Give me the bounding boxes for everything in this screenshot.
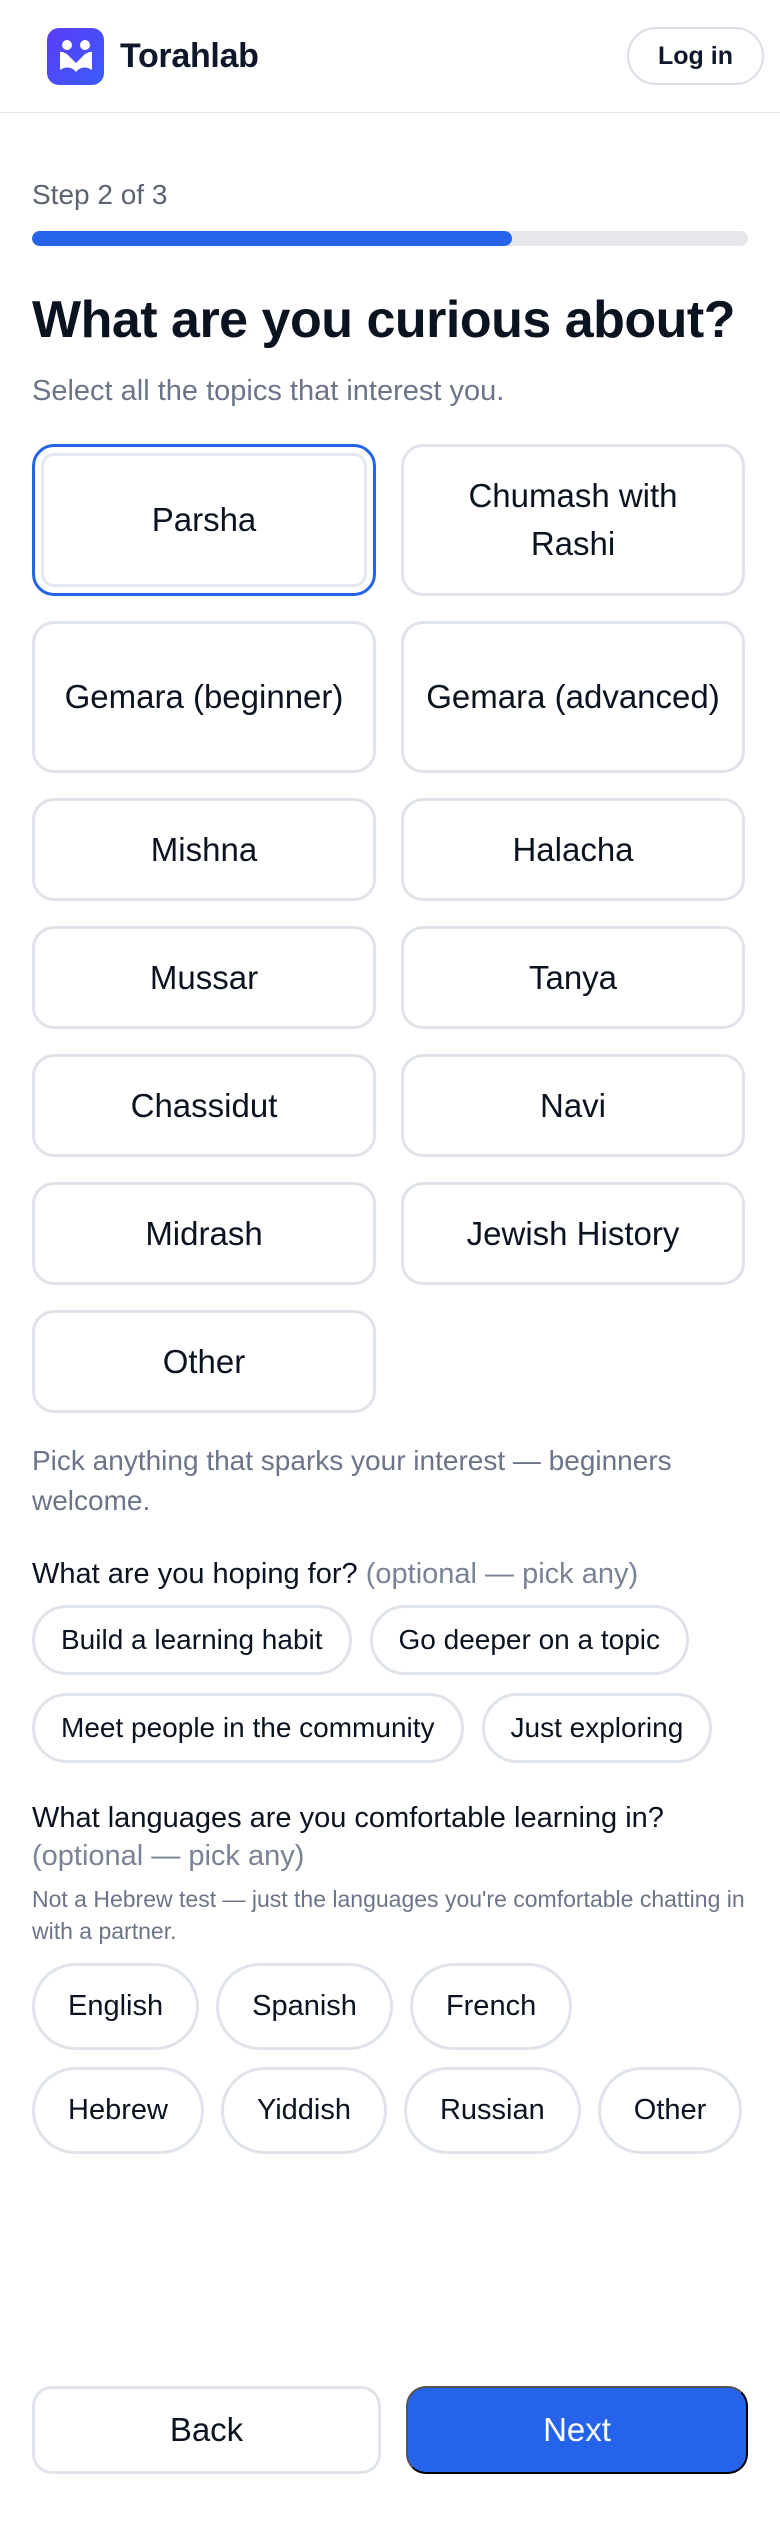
language-chip-hebrew[interactable]: Hebrew xyxy=(32,2067,204,2154)
login-button[interactable]: Log in xyxy=(627,27,764,85)
topic-halacha[interactable]: Halacha xyxy=(401,798,745,901)
page-title: What are you curious about? xyxy=(32,291,736,349)
topic-midrash[interactable]: Midrash xyxy=(32,1182,376,1285)
topic-mishna[interactable]: Mishna xyxy=(32,798,376,901)
topic-gemara-beginner[interactable]: Gemara (beginner) xyxy=(32,621,376,773)
torahlab-logo-icon xyxy=(47,27,104,85)
topic-tanya[interactable]: Tanya xyxy=(401,926,745,1029)
language-chip-french[interactable]: French xyxy=(409,1963,573,2050)
onboarding-step: Step 2 of 3 What are you curious about? … xyxy=(0,179,780,2154)
progress-bar xyxy=(32,231,748,246)
next-button[interactable]: Next xyxy=(406,2386,748,2474)
hopes-question-text: What are you hoping for? xyxy=(32,1558,358,1590)
hope-chip-go-deeper[interactable]: Go deeper on a topic xyxy=(369,1605,690,1675)
topic-grid: Parsha Chumash with Rashi Gemara (beginn… xyxy=(32,444,748,1413)
step-navigation: Back Next xyxy=(32,2386,748,2474)
topic-mussar[interactable]: Mussar xyxy=(32,926,376,1029)
top-bar: Torahlab Log in xyxy=(0,0,780,113)
hope-chip-learning-habit[interactable]: Build a learning habit xyxy=(32,1605,352,1675)
topic-navi[interactable]: Navi xyxy=(401,1054,745,1157)
hopes-question: What are you hoping for? (optional — pic… xyxy=(32,1555,748,1593)
page-subtitle: Select all the topics that interest you. xyxy=(32,375,505,407)
brand[interactable]: Torahlab xyxy=(47,27,259,85)
topic-other[interactable]: Other xyxy=(32,1310,376,1413)
language-chip-english[interactable]: English xyxy=(32,1963,200,2050)
language-chip-spanish[interactable]: Spanish xyxy=(216,1963,393,2050)
topics-hint: Pick anything that sparks your interest … xyxy=(32,1445,672,1516)
hopes-optional-note: (optional — pick any) xyxy=(365,1558,639,1590)
languages-note: Not a Hebrew test — just the languages y… xyxy=(32,1886,745,1944)
language-chip-yiddish[interactable]: Yiddish xyxy=(220,2067,387,2154)
languages-question-text: What languages are you comfortable learn… xyxy=(32,1802,664,1834)
topic-gemara-advanced[interactable]: Gemara (advanced) xyxy=(401,621,745,773)
step-indicator: Step 2 of 3 xyxy=(32,179,168,210)
back-button[interactable]: Back xyxy=(32,2386,381,2474)
language-options: English Spanish French Hebrew Yiddish Ru… xyxy=(32,1963,748,2154)
language-chip-russian[interactable]: Russian xyxy=(403,2067,581,2154)
hope-chip-meet-people[interactable]: Meet people in the community xyxy=(32,1693,464,1763)
hope-chip-just-exploring[interactable]: Just exploring xyxy=(481,1693,713,1763)
topic-chassidut[interactable]: Chassidut xyxy=(32,1054,376,1157)
topic-parsha[interactable]: Parsha xyxy=(32,444,376,596)
languages-question: What languages are you comfortable learn… xyxy=(32,1799,748,1875)
language-chip-other[interactable]: Other xyxy=(597,2067,743,2154)
brand-name: Torahlab xyxy=(120,36,259,75)
topic-chumash-with-rashi[interactable]: Chumash with Rashi xyxy=(401,444,745,596)
languages-optional-note: (optional — pick any) xyxy=(32,1840,305,1872)
topic-jewish-history[interactable]: Jewish History xyxy=(401,1182,745,1285)
progress-bar-fill xyxy=(32,231,512,246)
hopes-options: Build a learning habit Go deeper on a to… xyxy=(32,1605,748,1763)
